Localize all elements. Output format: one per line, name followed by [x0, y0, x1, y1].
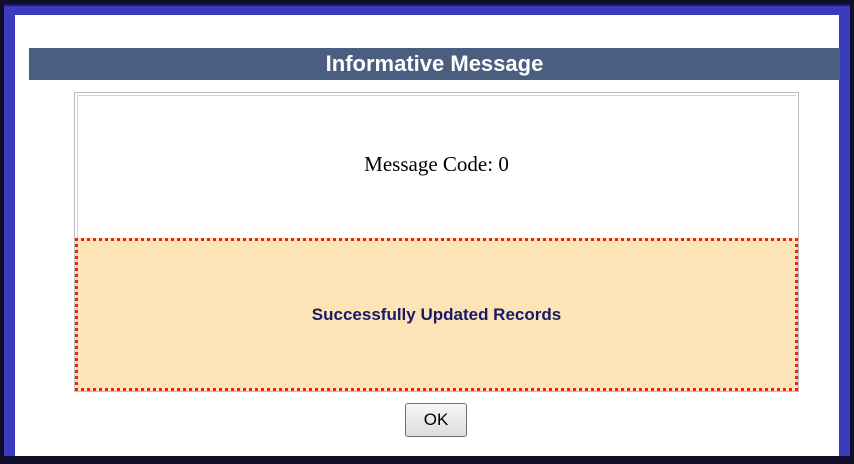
status-message: Successfully Updated Records [311, 305, 562, 324]
dialog-frame: Informative Message Message Code: 0 Succ… [4, 4, 850, 456]
status-panel: Successfully Updated Records [75, 238, 798, 391]
message-box: Message Code: 0 Successfully Updated Rec… [74, 92, 799, 392]
dialog-panel: Informative Message Message Code: 0 Succ… [15, 15, 840, 456]
dialog-title: Informative Message [29, 48, 840, 80]
dialog-window: Informative Message Message Code: 0 Succ… [0, 0, 854, 464]
ok-button[interactable]: OK [405, 403, 467, 437]
message-code: Message Code: 0 [364, 152, 509, 176]
